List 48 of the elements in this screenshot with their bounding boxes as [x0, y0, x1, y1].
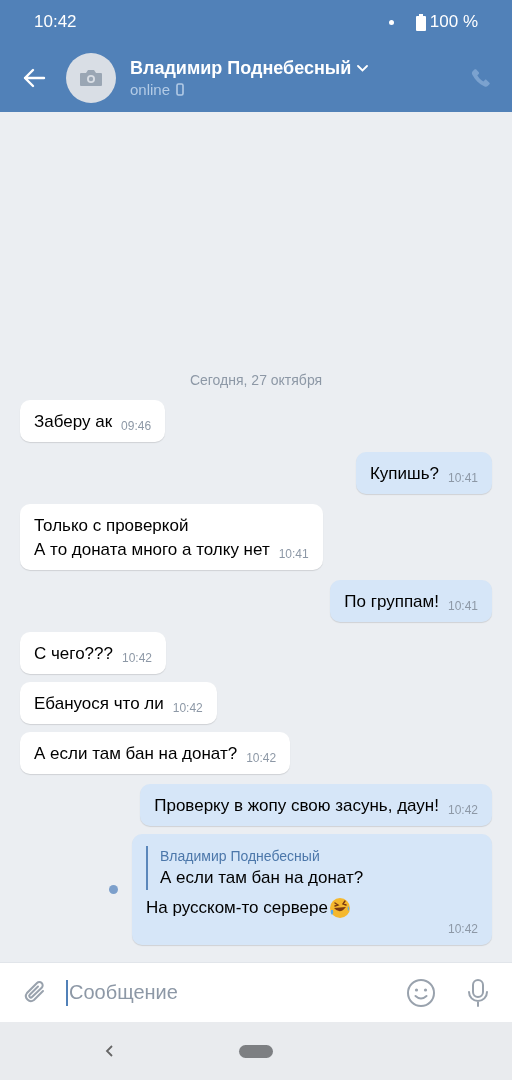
message-time: 10:42: [172, 701, 203, 715]
online-status: online: [130, 81, 171, 98]
date-separator: Сегодня, 27 октября: [189, 372, 323, 388]
emoji-icon[interactable]: [406, 977, 436, 1008]
avatar[interactable]: [66, 53, 116, 103]
outgoing-message-bubble[interactable]: По группам! 10:41: [330, 580, 492, 622]
message-composer[interactable]: Сообщение: [0, 962, 512, 1022]
message-text: Проверку в жопу свою засунь, даун!: [154, 795, 439, 817]
microphone-icon[interactable]: [466, 977, 490, 1008]
message-text: Купишь?: [369, 463, 439, 485]
message-text: Заберу ак: [34, 411, 113, 433]
message-text: Только с проверкой А то доната много а толку нет: [34, 515, 270, 561]
status-time: 10:42: [34, 12, 77, 32]
outgoing-message-bubble[interactable]: Купишь? 10:41: [355, 452, 492, 494]
chevron-down-icon[interactable]: [357, 65, 369, 72]
message-text: А если там бан на донат?: [34, 743, 238, 765]
quoted-author: Владимир Поднебесный: [160, 847, 321, 866]
phone-device-icon: [176, 83, 185, 96]
message-time: 10:42: [121, 651, 152, 665]
battery-icon: [415, 13, 426, 31]
incoming-message-bubble[interactable]: А если там бан на донат? 10:42: [20, 732, 291, 774]
home-pill[interactable]: [239, 1044, 273, 1058]
back-icon[interactable]: [22, 68, 46, 88]
quoted-message[interactable]: Владимир Поднебесный А если там бан на донат?: [146, 846, 478, 890]
nav-back-icon[interactable]: [104, 1044, 114, 1058]
message-text: С чего???: [34, 643, 113, 665]
outgoing-message-bubble[interactable]: Проверку в жопу свою засунь, даун! 10:42: [140, 784, 492, 826]
message-time: 10:42: [447, 922, 478, 936]
incoming-message-bubble[interactable]: Ебануося что ли 10:42: [20, 682, 217, 724]
incoming-message-bubble[interactable]: Заберу ак 09:46: [20, 400, 166, 442]
message-time: 10:42: [447, 803, 478, 817]
incoming-message-bubble[interactable]: Только с проверкой А то доната много а толку нет 10:41: [20, 504, 323, 570]
message-time: 10:41: [447, 599, 478, 613]
camera-icon: [79, 69, 103, 87]
message-time: 09:46: [121, 419, 152, 433]
message-time: 10:41: [447, 471, 478, 485]
battery-level: 100 %: [429, 12, 478, 32]
incoming-message-bubble[interactable]: С чего??? 10:42: [20, 632, 166, 674]
message-time: 10:41: [278, 547, 309, 561]
message-time: 10:42: [246, 751, 277, 765]
message-text: Ебануося что ли: [34, 693, 164, 715]
message-text: По группам!: [344, 591, 439, 613]
notification-dot-icon: [388, 19, 394, 25]
contact-name[interactable]: Владимир Поднебесный: [130, 58, 352, 79]
message-text: На русском-то сервере: [146, 897, 328, 919]
call-icon[interactable]: [470, 67, 492, 89]
quoted-text: А если там бан на донат?: [160, 867, 365, 889]
outgoing-message-bubble[interactable]: Владимир Поднебесный А если там бан на донат? На русском-то сервере 10:42: [132, 834, 492, 945]
